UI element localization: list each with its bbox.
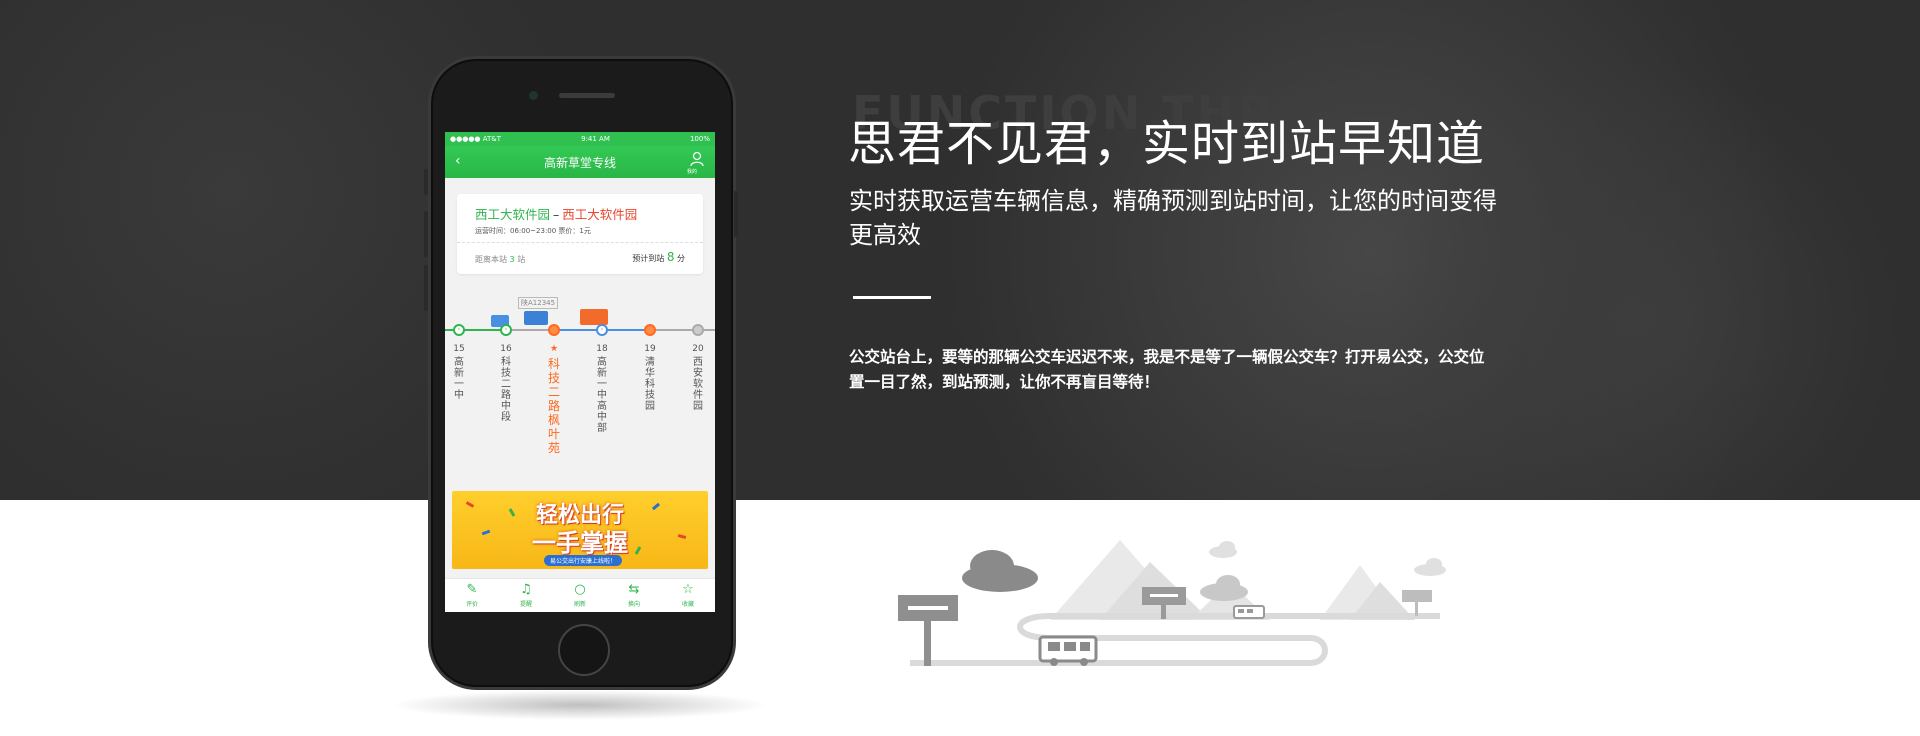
stop-number: 16 <box>500 344 512 354</box>
stop-item[interactable]: 19 清华科技园 <box>640 344 660 412</box>
stop-name: 高新一中高中部 <box>597 357 607 434</box>
earpiece-speaker <box>559 93 615 98</box>
power-button <box>734 191 738 237</box>
bus-stop-sign <box>1402 590 1432 602</box>
user-icon <box>690 151 704 167</box>
stop-item[interactable]: 18 高新一中高中部 <box>592 344 612 434</box>
route-hours: 运营时间：06:00~23:00 票价：1元 <box>475 227 591 235</box>
line-title: 高新草堂专线 <box>543 155 616 170</box>
stop-marker: › <box>596 324 608 336</box>
app-screen: ●●●●● AT&T 9:41 AM 100% ‹ 高新草堂专线 我的 西工大软… <box>445 132 715 612</box>
bus-icon[interactable] <box>524 311 548 325</box>
stop-name: 清华科技园 <box>645 357 655 412</box>
battery-label: 100% <box>689 135 710 143</box>
carrier-label: ●●●●● AT&T <box>450 135 502 143</box>
tab-label: 收藏 <box>681 601 694 608</box>
cloud-icon <box>962 550 1038 592</box>
stop-number: 19 <box>644 344 656 354</box>
front-camera <box>529 91 538 100</box>
home-button[interactable] <box>558 624 610 676</box>
tab-label: 提醒 <box>519 601 532 608</box>
divider <box>853 296 931 299</box>
transfer-icon: ⇆ <box>628 582 640 597</box>
stop-marker-current <box>548 324 560 336</box>
card-divider <box>457 242 703 243</box>
road-shape <box>910 613 1440 666</box>
banner-line-2: 一手掌握 <box>532 529 628 557</box>
promo-page: FUNCTION THR 思君不见君，实时到站早知道 实时获取运营车辆信息，精确… <box>0 0 1920 736</box>
tab-bar: ✎ 评价 ♫ 提醒 ○ 刷新 ⇆ 换向 ☆ 收藏 <box>445 578 715 612</box>
tab-switch-direction[interactable]: ⇆ 换向 <box>607 579 661 612</box>
body-copy: 公交站台上，要等的那辆公交车迟迟不来，我是不是等了一辆假公交车？打开易公交，公交… <box>849 348 1485 391</box>
route-card: 西工大软件园 – 西工大软件园 运营时间：06:00~23:00 票价：1元 距离本… <box>457 194 703 274</box>
user-button[interactable]: 我的 <box>687 151 705 175</box>
route-endpoints: 西工大软件园 – 西工大软件园 <box>475 204 637 223</box>
status-bar: ●●●●● AT&T 9:41 AM 100% <box>445 132 715 146</box>
bus-plate: 陕A12345 <box>518 297 559 309</box>
bus-icon <box>1233 605 1265 619</box>
route-dash: – <box>553 207 560 222</box>
stop-marker <box>644 324 656 336</box>
stop-number: 18 <box>596 344 608 354</box>
eta-value: 8 <box>666 250 675 264</box>
phone-shadow <box>390 690 770 720</box>
stop-item-current[interactable]: ★ 科技二路枫叶苑 <box>544 344 564 455</box>
bus-stop-pole <box>924 620 931 666</box>
tab-label: 刷新 <box>573 601 586 608</box>
stop-name: 科技二路枫叶苑 <box>548 357 561 455</box>
volume-down-button <box>424 265 428 311</box>
cloud-icon <box>1414 558 1446 576</box>
edit-icon: ✎ <box>466 582 478 597</box>
volume-up-button <box>424 211 428 257</box>
stop-number: 15 <box>453 344 465 354</box>
eta-prefix: 预计到站 <box>632 254 665 263</box>
tab-review[interactable]: ✎ 评价 <box>445 579 499 612</box>
subheadline: 实时获取运营车辆信息，精确预测到站时间，让您的时间变得更高效 <box>849 187 1497 249</box>
stops-away-prefix: 距离本站 <box>475 255 507 264</box>
eta: 预计到站 8 分 <box>632 250 685 264</box>
eta-suffix: 分 <box>677 254 685 263</box>
nav-bar: ‹ 高新草堂专线 我的 <box>445 146 715 178</box>
stop-item[interactable]: 16 科技二路中段 <box>496 344 516 423</box>
stop-number: 20 <box>692 344 704 354</box>
stops-away-value: 3 <box>509 255 515 264</box>
refresh-icon: ○ <box>574 582 586 597</box>
clock-label: 9:41 AM <box>581 135 610 143</box>
route-from: 西工大软件园 <box>475 207 551 222</box>
cloud-icon <box>1200 575 1248 601</box>
route-to: 西工大软件园 <box>562 207 638 222</box>
bell-icon: ♫ <box>520 582 532 597</box>
star-icon: ☆ <box>682 582 694 597</box>
stops-away: 距离本站 3 站 <box>475 254 525 265</box>
star-icon: ★ <box>549 344 559 354</box>
chevron-left-icon[interactable]: ‹ <box>455 153 461 169</box>
tab-label: 换向 <box>627 601 640 608</box>
road-illustration <box>898 540 1446 666</box>
tab-remind[interactable]: ♫ 提醒 <box>499 579 553 612</box>
user-label: 我的 <box>687 169 698 175</box>
stop-name: 高新一中 <box>454 357 464 401</box>
stop-marker: › <box>500 324 512 336</box>
tab-refresh[interactable]: ○ 刷新 <box>553 579 607 612</box>
stops-away-suffix: 站 <box>517 255 526 264</box>
promo-banner[interactable]: 轻松出行 一手掌握 易公交出行安康上线啦！ <box>452 491 708 569</box>
tab-label: 评价 <box>465 601 478 608</box>
stop-marker <box>692 324 704 336</box>
mute-switch <box>424 169 428 195</box>
cloud-icon <box>1209 541 1237 558</box>
stop-name: 科技二路中段 <box>501 357 511 423</box>
stop-item[interactable]: 20 西安软件园 <box>688 344 708 412</box>
banner-caption: 易公交出行安康上线啦！ <box>544 555 623 566</box>
stop-item[interactable]: 15 高新一中 <box>449 344 469 401</box>
bus-icon <box>1038 635 1098 666</box>
headline: 思君不见君，实时到站早知道 <box>848 116 1486 172</box>
phone-mockup: ●●●●● AT&T 9:41 AM 100% ‹ 高新草堂专线 我的 西工大软… <box>424 56 738 690</box>
stop-marker: › <box>453 324 465 336</box>
bus-icon[interactable] <box>580 309 608 325</box>
tab-favorite[interactable]: ☆ 收藏 <box>661 579 715 612</box>
stop-name: 西安软件园 <box>693 357 703 412</box>
